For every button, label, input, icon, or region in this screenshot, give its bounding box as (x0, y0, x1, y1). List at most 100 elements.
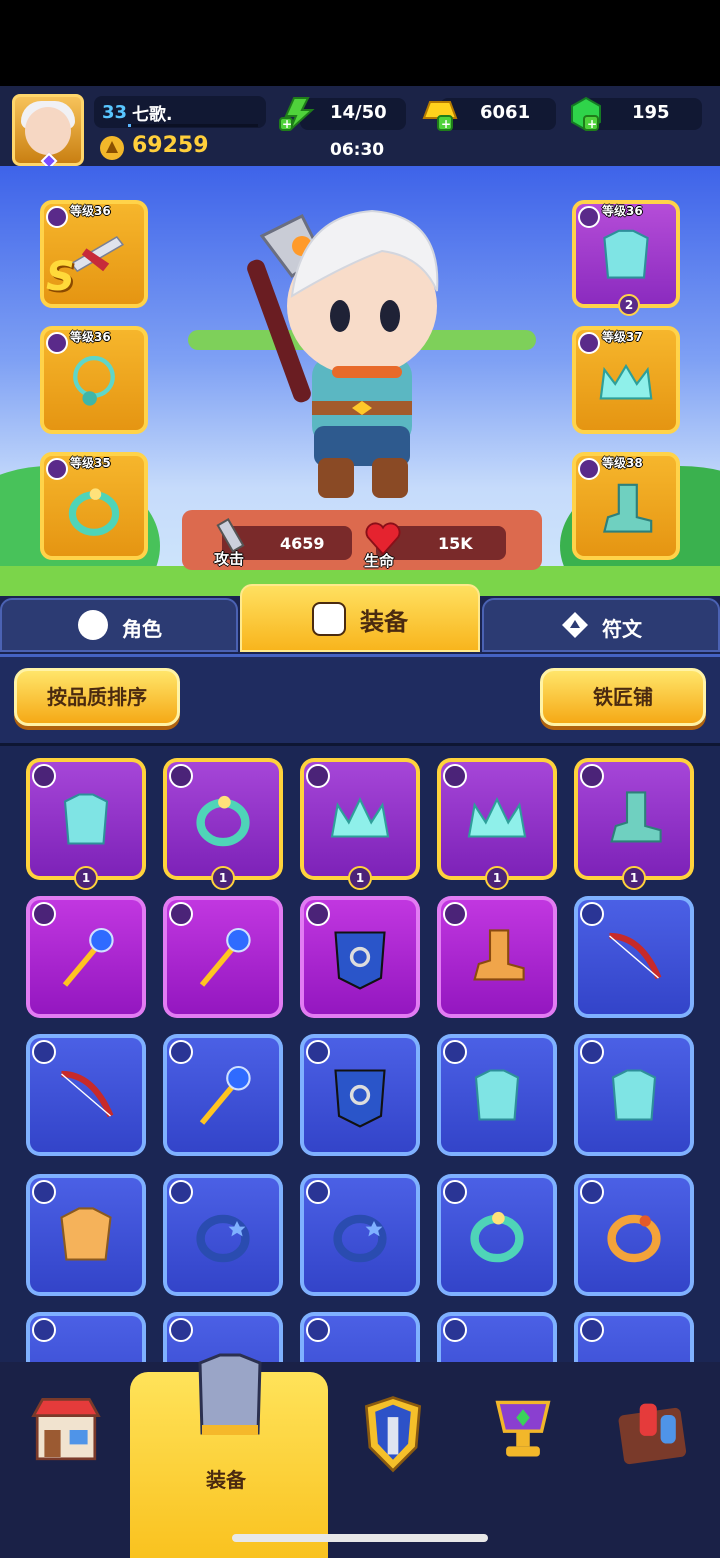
avatar-face (25, 107, 71, 155)
tab-runes[interactable]: 符文 (482, 598, 720, 652)
shop-icon[interactable] (26, 1394, 106, 1466)
energy-timer: 06:30 (330, 140, 385, 160)
xp-bar-fill (128, 124, 131, 127)
star-badge: 1 (485, 866, 509, 890)
inventory-item[interactable]: 1 (300, 758, 420, 890)
tab-character[interactable]: 角色 (0, 598, 238, 652)
equip-slot-boots[interactable]: 等级38 (572, 452, 680, 560)
inventory-item[interactable] (437, 1312, 557, 1364)
board-game-icon[interactable] (612, 1396, 694, 1472)
inventory-item[interactable] (574, 1312, 694, 1364)
home-indicator[interactable] (232, 1534, 488, 1542)
necklace-type-icon (580, 1318, 604, 1342)
tab-equipment[interactable]: 装备 (240, 584, 480, 652)
star-badge: 2 (618, 294, 640, 316)
slot-level: 等级36 (70, 204, 111, 218)
equip-slot-armor[interactable]: 等级36 2 (572, 200, 680, 316)
bow-icon (61, 1070, 114, 1118)
equipment-armor-icon (198, 1353, 262, 1435)
attack-label: 攻击 (214, 550, 245, 568)
equip-slot-weapon[interactable]: 等级36 S (40, 200, 148, 308)
inventory-item[interactable] (26, 1174, 146, 1296)
inventory-item[interactable] (26, 896, 146, 1018)
combat-power-icon (100, 136, 124, 160)
slot-level: 等级35 (70, 456, 111, 470)
rune-icon (560, 610, 590, 640)
trophy-icon[interactable] (486, 1394, 560, 1470)
player-level: 33 (102, 102, 128, 123)
staff-icon (199, 927, 251, 987)
inventory-item[interactable] (437, 1034, 557, 1156)
crown-icon (599, 363, 653, 400)
energy-icon: + (279, 97, 315, 131)
boots-icon (603, 483, 653, 533)
inventory-grid: 1 1 1 1 1 (0, 746, 720, 1364)
inventory-item[interactable] (437, 896, 557, 1018)
green-gem-icon: + (571, 96, 601, 132)
equip-slot-helmet[interactable]: 等级37 (572, 326, 680, 434)
slot-level: 等级36 (602, 204, 643, 218)
inventory-item[interactable] (300, 896, 420, 1018)
inventory-item[interactable]: 1 (437, 758, 557, 890)
staff-icon (62, 927, 114, 987)
battle-shield-icon[interactable] (356, 1394, 430, 1474)
inventory-item[interactable] (26, 1312, 146, 1364)
inventory-item[interactable] (163, 1034, 283, 1156)
crown-icon (467, 796, 527, 838)
inventory-item[interactable]: 1 (574, 758, 694, 890)
combat-power-value: 69259 (132, 133, 209, 158)
staff-icon (199, 1065, 251, 1125)
necklace-icon (73, 355, 115, 406)
svg-text:+: + (282, 117, 292, 131)
inventory-item[interactable]: 1 (163, 758, 283, 890)
ring-icon (68, 488, 120, 536)
blacksmith-button[interactable]: 铁匠铺 (540, 668, 706, 726)
inventory-item[interactable] (163, 896, 283, 1018)
tab-character-label: 角色 (122, 617, 162, 641)
helmet-type-icon (443, 1318, 467, 1342)
gems-value: 195 (632, 102, 670, 123)
hero-character (247, 209, 439, 498)
xp-bar (128, 124, 258, 127)
inventory-item[interactable] (163, 1174, 283, 1296)
helmet-type-icon (32, 1318, 56, 1342)
inventory-item[interactable] (574, 1034, 694, 1156)
boots-icon (473, 929, 525, 981)
boots-icon (610, 791, 662, 843)
ring-icon (333, 1214, 387, 1263)
attack-value: 4659 (280, 534, 325, 553)
svg-text:+: + (441, 117, 451, 131)
crown-icon (330, 796, 390, 838)
armor-icon (60, 1207, 112, 1261)
inventory-item[interactable]: 1 (26, 758, 146, 890)
player-avatar[interactable] (12, 94, 84, 170)
cloak-armor-icon (334, 931, 386, 990)
inventory-item[interactable] (300, 1034, 420, 1156)
inventory-item[interactable] (437, 1174, 557, 1296)
bow-icon (609, 932, 662, 980)
inventory-item[interactable] (300, 1174, 420, 1296)
health-label: 生命 (364, 552, 395, 570)
slot-level: 等级38 (602, 456, 643, 470)
equipment-tab-icon (312, 602, 346, 636)
helmet-type-icon (306, 1318, 330, 1342)
equip-slot-ring[interactable]: 等级35 (40, 452, 148, 560)
game-screen: 33 七歌. 69259 + 14/50 + 6061 + 195 06:30 (0, 0, 720, 1558)
star-badge: 1 (211, 866, 235, 890)
inventory-item[interactable] (300, 1312, 420, 1364)
armor-icon (63, 793, 109, 845)
slot-level: 等级36 (70, 330, 111, 344)
equip-slot-necklace[interactable]: 等级36 (40, 326, 148, 434)
inventory-item[interactable] (574, 1174, 694, 1296)
rank-s-badge: S (46, 254, 75, 300)
inventory-item[interactable] (574, 896, 694, 1018)
ring-icon (470, 1211, 524, 1263)
sort-by-quality-button[interactable]: 按品质排序 (14, 668, 180, 726)
gold-value: 6061 (480, 102, 531, 123)
tab-bar: 角色 符文 装备 (0, 584, 720, 654)
inventory-item[interactable] (26, 1034, 146, 1156)
cloak-armor-icon (334, 1069, 386, 1128)
player-name: 七歌. (132, 105, 173, 125)
tab-runes-label: 符文 (602, 617, 642, 641)
ring-icon (196, 1214, 250, 1263)
